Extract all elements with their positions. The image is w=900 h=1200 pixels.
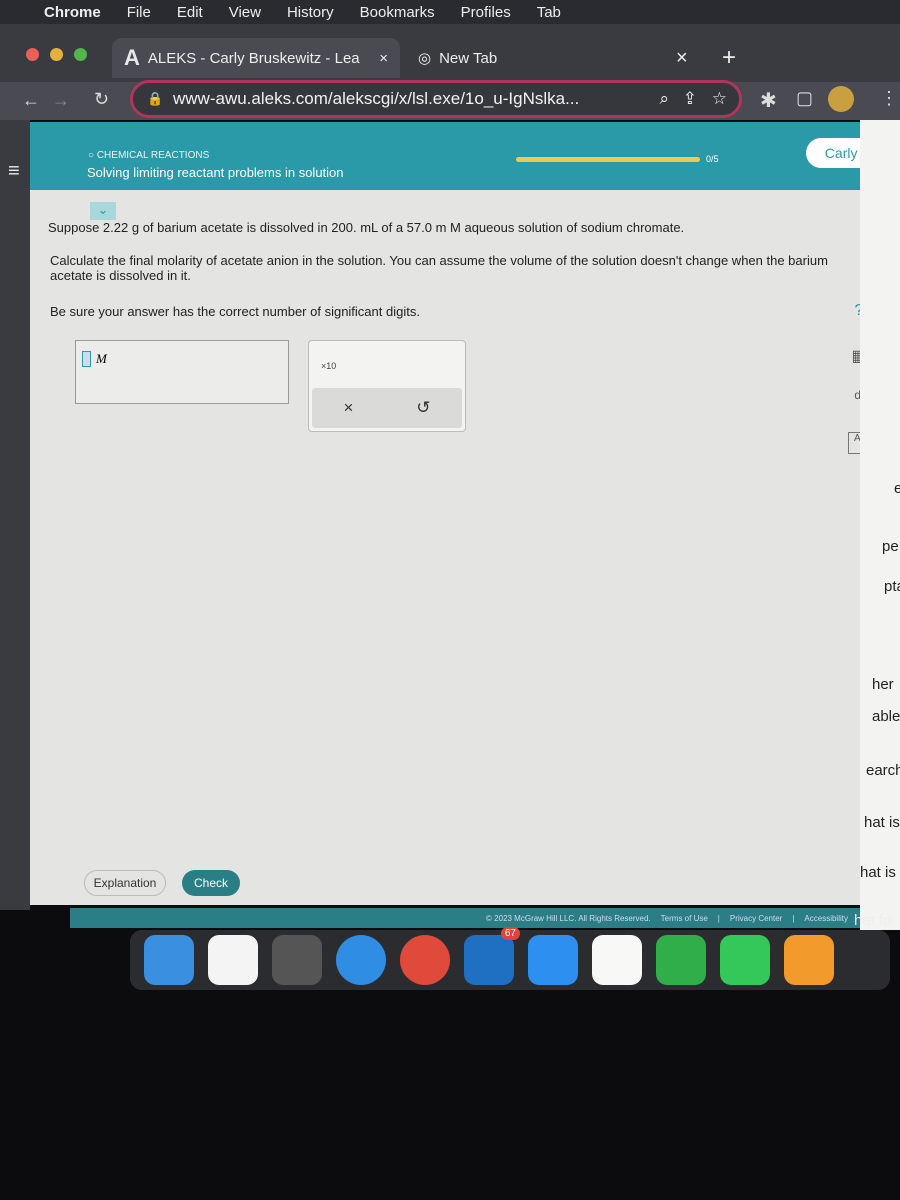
question-text: Suppose 2.22 g of barium acetate is diss… (48, 220, 685, 235)
zoom-window-button[interactable] (74, 48, 87, 61)
profile-avatar[interactable] (828, 86, 854, 112)
close-window-button[interactable] (26, 48, 39, 61)
safari-icon[interactable] (336, 935, 386, 985)
tool-actions: × ↺ (312, 388, 462, 428)
lock-icon: 🔒 (147, 91, 164, 106)
bg-text: e (894, 480, 900, 497)
url-text: www-awu.aleks.com/alekscgi/x/lsl.exe/1o_… (173, 89, 580, 108)
chrome-icon: ◎ (418, 50, 432, 67)
bg-text: hat is (860, 864, 896, 881)
menu-edit[interactable]: Edit (177, 4, 203, 21)
tab-title: ALEKS - Carly Bruskewitz - Lea (147, 49, 360, 67)
messages-icon[interactable] (720, 935, 770, 985)
tab-close-icon[interactable]: × (676, 38, 688, 78)
footer: © 2023 McGraw Hill LLC. All Rights Reser… (70, 908, 860, 928)
launchpad-icon[interactable] (272, 935, 322, 985)
forward-icon[interactable]: → (52, 90, 70, 111)
app-icon[interactable] (784, 935, 834, 985)
menu-history[interactable]: History (287, 4, 334, 21)
share-icon[interactable]: ⇪ (683, 89, 697, 109)
new-tab-button[interactable]: + (722, 38, 736, 78)
clear-button[interactable]: × (343, 398, 353, 418)
check-button[interactable]: Check (182, 870, 240, 896)
back-icon[interactable]: ← (22, 90, 40, 111)
progress-bar (516, 157, 700, 162)
reload-icon[interactable]: ↻ (94, 89, 109, 110)
bg-text: earch (866, 762, 900, 779)
address-bar[interactable]: 🔒 www-awu.aleks.com/alekscgi/x/lsl.exe/1… (130, 80, 742, 118)
notes-icon[interactable] (592, 935, 642, 985)
zoom-icon[interactable]: ⌕ (659, 89, 669, 109)
finder-icon[interactable] (144, 935, 194, 985)
progress-text: 0/5 (706, 154, 719, 164)
copyright: © 2023 McGraw Hill LLC. All Rights Reser… (486, 913, 651, 923)
tab-aleks[interactable]: A ALEKS - Carly Bruskewitz - Lea × (112, 38, 400, 78)
bg-text: her (872, 676, 894, 693)
scientific-notation-button[interactable]: ×10 (321, 361, 336, 371)
bookmark-star-icon[interactable]: ☆ (712, 89, 727, 109)
aleks-menu-strip: ≡ (0, 120, 30, 910)
freeform-icon[interactable] (208, 935, 258, 985)
extension-icon[interactable]: ✱ (760, 88, 777, 113)
bg-text: pe (882, 538, 899, 555)
notification-badge: 67 (500, 927, 520, 940)
mail-icon[interactable] (528, 935, 578, 985)
menu-view[interactable]: View (229, 4, 261, 21)
answer-input-box[interactable]: M (75, 340, 289, 404)
background-window: e pe pta her able earch hat is hat is (860, 120, 900, 930)
privacy-link[interactable]: Privacy Center (730, 914, 782, 923)
facetime-icon[interactable] (656, 935, 706, 985)
accessibility-link[interactable]: Accessibility (804, 914, 848, 923)
undo-button[interactable]: ↺ (416, 398, 430, 418)
bg-text: able (872, 708, 900, 725)
mac-menubar: Chrome File Edit View History Bookmarks … (0, 0, 900, 24)
hamburger-menu-icon[interactable]: ≡ (8, 160, 20, 183)
chrome-icon[interactable] (400, 935, 450, 985)
aleks-logo-icon: A (124, 45, 140, 70)
bg-text: pta (884, 578, 900, 595)
topic-text: CHEMICAL REACTIONS (96, 150, 210, 161)
menu-app[interactable]: Chrome (44, 4, 101, 21)
unit-label: M (96, 351, 107, 366)
answer-input[interactable] (82, 351, 91, 367)
tab-new-tab[interactable]: ◎ New Tab (418, 38, 497, 78)
bg-text: hat is (864, 814, 900, 831)
minimize-window-button[interactable] (50, 48, 63, 61)
collapse-chevron-icon[interactable]: ⌄ (90, 202, 116, 220)
menu-tab[interactable]: Tab (537, 4, 561, 21)
menu-bookmarks[interactable]: Bookmarks (360, 4, 435, 21)
aleks-header: ○ CHEMICAL REACTIONS Solving limiting re… (30, 122, 900, 190)
menu-profiles[interactable]: Profiles (461, 4, 511, 21)
dock: 67 (130, 927, 890, 990)
topic-label: ○ CHEMICAL REACTIONS (88, 150, 210, 161)
sidebar-icon[interactable]: ▢ (796, 88, 813, 109)
tab-close-icon[interactable]: × (379, 50, 388, 67)
sig-fig-note: Be sure your answer has the correct numb… (50, 304, 420, 319)
outlook-icon[interactable]: 67 (464, 927, 520, 985)
tab-title: New Tab (439, 49, 498, 67)
page-title: Solving limiting reactant problems in so… (87, 165, 344, 180)
question-instructions: Calculate the final molarity of acetate … (50, 253, 828, 283)
menu-file[interactable]: File (127, 4, 151, 21)
user-name: Carly (824, 145, 858, 161)
menu-kebab-icon[interactable]: ⋮ (880, 88, 898, 109)
question-panel: ⌄ (30, 190, 860, 905)
terms-link[interactable]: Terms of Use (661, 914, 708, 923)
bg-text: hat fo (854, 912, 892, 929)
explanation-button[interactable]: Explanation (84, 870, 166, 896)
